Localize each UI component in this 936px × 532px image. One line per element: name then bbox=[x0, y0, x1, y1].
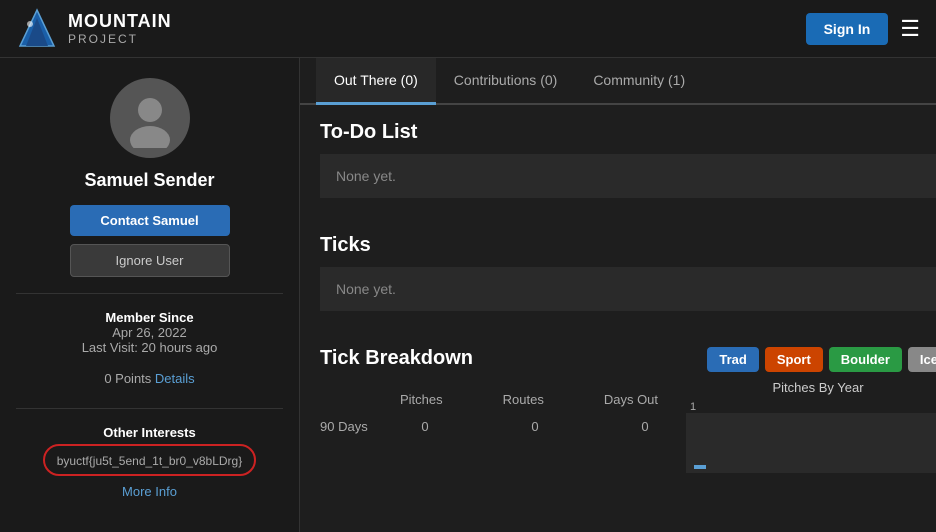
header-right: Sign In ☰ bbox=[806, 13, 920, 45]
logo-mountain-label: MOUNTAIN bbox=[68, 11, 172, 32]
interests-text: byuctf{ju5t_5end_1t_br0_v8bLDrg} bbox=[57, 454, 242, 468]
logo-icon bbox=[16, 8, 58, 50]
todo-section: To-Do List None yet. bbox=[300, 105, 936, 234]
trad-button[interactable]: Trad bbox=[707, 347, 758, 372]
logo-text: MOUNTAIN PROJECT bbox=[68, 11, 172, 46]
points-value: 0 Points bbox=[104, 371, 151, 386]
tab-community-count: (1) bbox=[668, 72, 685, 88]
hamburger-menu-button[interactable]: ☰ bbox=[900, 16, 920, 42]
year-axis-label: 1 bbox=[686, 401, 936, 413]
pitches-chart bbox=[686, 413, 936, 473]
member-since-date: Apr 26, 2022 bbox=[82, 325, 218, 340]
value-pitches-90: 0 bbox=[400, 419, 450, 434]
more-info-link[interactable]: More Info bbox=[122, 484, 177, 499]
sidebar: Samuel Sender Contact Samuel Ignore User… bbox=[0, 58, 300, 532]
avatar bbox=[110, 78, 190, 158]
tab-community-label: Community bbox=[593, 72, 668, 88]
tab-out-there-count: (0) bbox=[401, 72, 418, 88]
sign-in-button[interactable]: Sign In bbox=[806, 13, 889, 45]
points-row: 0 Points Details bbox=[104, 371, 194, 386]
ice-button[interactable]: Ice bbox=[908, 347, 936, 372]
tick-breakdown-title: Tick Breakdown bbox=[320, 347, 670, 370]
breakdown-table-wrapper: Pitches Routes Days Out 90 Days 0 0 0 bbox=[320, 380, 670, 438]
right-panel: Out There (0) Contributions (0) Communit… bbox=[300, 58, 936, 532]
member-since-label: Member Since bbox=[82, 310, 218, 325]
todo-empty: None yet. bbox=[320, 154, 936, 198]
main-content: Samuel Sender Contact Samuel Ignore User… bbox=[0, 58, 936, 532]
user-name: Samuel Sender bbox=[84, 170, 214, 191]
sport-button[interactable]: Sport bbox=[765, 347, 823, 372]
type-buttons-row: Trad Sport Boulder Ice bbox=[686, 347, 936, 372]
todo-title: To-Do List bbox=[320, 121, 936, 144]
ticks-empty-text: None yet. bbox=[336, 281, 396, 297]
ticks-section: Ticks None yet. bbox=[300, 234, 936, 347]
todo-empty-text: None yet. bbox=[336, 168, 396, 184]
chart-bar bbox=[694, 465, 706, 469]
breakdown-header-row: Pitches Routes Days Out bbox=[320, 388, 670, 415]
tab-contributions-label: Contributions bbox=[454, 72, 540, 88]
lower-right: Trad Sport Boulder Ice Pitches By Year 1 bbox=[670, 347, 936, 473]
boulder-button[interactable]: Boulder bbox=[829, 347, 902, 372]
member-since-section: Member Since Apr 26, 2022 Last Visit: 20… bbox=[82, 310, 218, 355]
pitches-by-year-label: Pitches By Year bbox=[686, 380, 936, 395]
ignore-user-button[interactable]: Ignore User bbox=[70, 244, 230, 277]
breakdown-values: 0 0 0 bbox=[400, 419, 670, 434]
col-days-out: Days Out bbox=[604, 392, 658, 407]
divider-2 bbox=[16, 408, 283, 409]
interests-box: byuctf{ju5t_5end_1t_br0_v8bLDrg} bbox=[43, 444, 256, 476]
last-visit: Last Visit: 20 hours ago bbox=[82, 340, 218, 355]
col-routes: Routes bbox=[503, 392, 544, 407]
tick-breakdown-section: Tick Breakdown Pitches Routes Days Out 9… bbox=[300, 347, 936, 489]
ticks-empty: None yet. bbox=[320, 267, 936, 311]
tab-out-there[interactable]: Out There (0) bbox=[316, 58, 436, 105]
tab-contributions[interactable]: Contributions (0) bbox=[436, 58, 576, 105]
row-label-90days: 90 Days bbox=[320, 419, 400, 434]
value-days-90: 0 bbox=[620, 419, 670, 434]
ticks-title: Ticks bbox=[320, 234, 936, 257]
logo-area: MOUNTAIN PROJECT bbox=[16, 8, 172, 50]
breakdown-row-90days: 90 Days 0 0 0 bbox=[320, 415, 670, 438]
tab-out-there-label: Out There bbox=[334, 72, 401, 88]
value-routes-90: 0 bbox=[510, 419, 560, 434]
tabs-bar: Out There (0) Contributions (0) Communit… bbox=[300, 58, 936, 105]
other-interests-label: Other Interests bbox=[103, 425, 195, 440]
header: MOUNTAIN PROJECT Sign In ☰ bbox=[0, 0, 936, 58]
logo-project-label: PROJECT bbox=[68, 32, 172, 46]
avatar-icon bbox=[120, 88, 180, 148]
lower-area: Tick Breakdown Pitches Routes Days Out 9… bbox=[320, 347, 936, 473]
tab-contributions-count: (0) bbox=[540, 72, 557, 88]
tab-community[interactable]: Community (1) bbox=[575, 58, 703, 105]
lower-left: Tick Breakdown Pitches Routes Days Out 9… bbox=[320, 347, 670, 473]
divider bbox=[16, 293, 283, 294]
contact-button[interactable]: Contact Samuel bbox=[70, 205, 230, 236]
col-pitches: Pitches bbox=[400, 392, 443, 407]
details-link[interactable]: Details bbox=[155, 371, 195, 386]
